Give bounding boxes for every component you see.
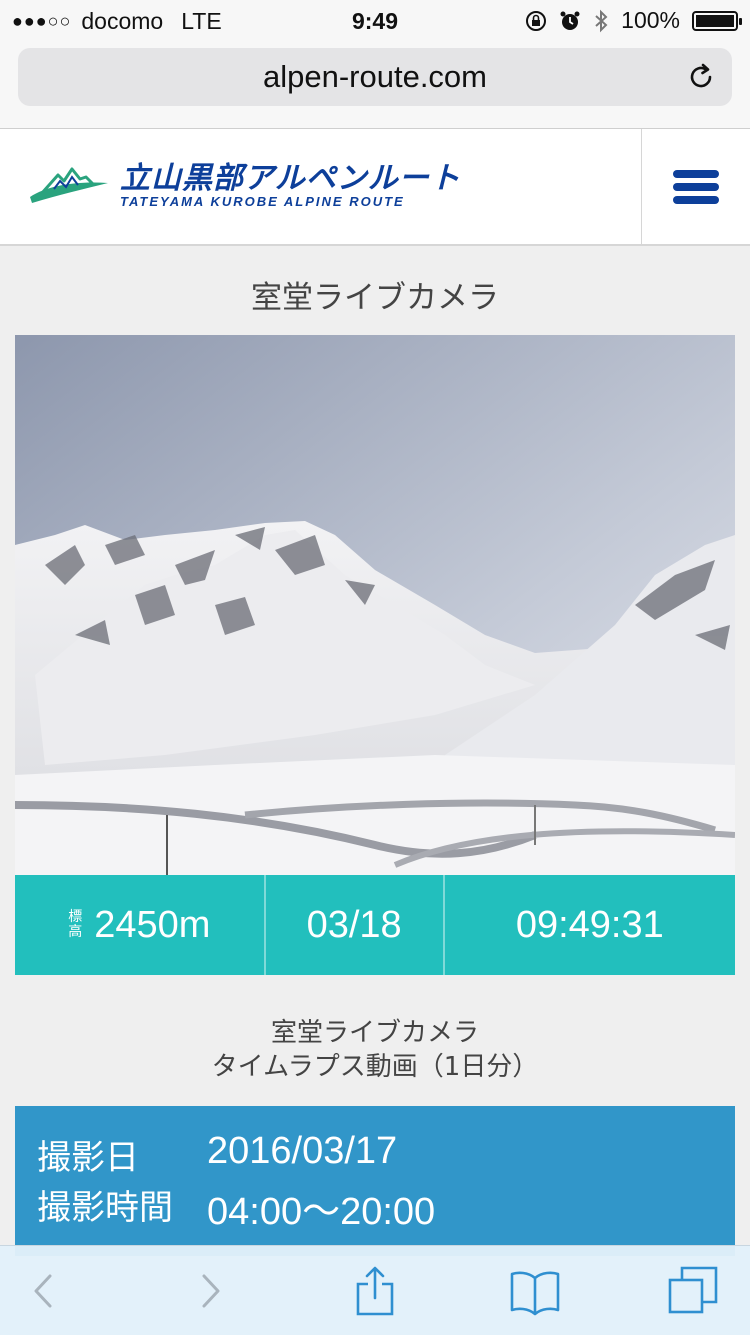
- shoot-time-row: 撮影時間 04:00〜20:00: [37, 1180, 435, 1235]
- time-cell: 09:49:31: [445, 875, 735, 975]
- camera-date: 03/18: [306, 903, 402, 946]
- logo-japanese: 立山黒部アルペンルート: [120, 161, 461, 196]
- snow-mountain-scene: [15, 335, 735, 875]
- tabs-icon[interactable]: [668, 1266, 718, 1316]
- shoot-time-label: 撮影時間: [37, 1188, 173, 1228]
- browser-chrome: alpen-route.com: [0, 42, 750, 129]
- camera-info-bar: 標高 2450m 03/18 09:49:31: [15, 875, 735, 975]
- camera-time: 09:49:31: [515, 903, 664, 946]
- hamburger-menu-button[interactable]: [641, 129, 750, 244]
- shoot-time-value: 04:00〜20:00: [207, 1191, 436, 1233]
- address-bar[interactable]: alpen-route.com: [18, 48, 732, 106]
- forward-icon[interactable]: [186, 1266, 236, 1316]
- live-camera-image[interactable]: [15, 335, 735, 875]
- date-cell: 03/18: [266, 875, 445, 975]
- bookmarks-icon[interactable]: [510, 1266, 560, 1316]
- shoot-date-label: 撮影日: [37, 1138, 139, 1178]
- timelapse-title-line1: 室堂ライブカメラ: [270, 1018, 479, 1048]
- share-icon[interactable]: [350, 1266, 400, 1316]
- browser-toolbar: [0, 1245, 750, 1335]
- altitude-label: 標高: [68, 909, 83, 940]
- status-right: 100%: [525, 7, 742, 34]
- site-logo[interactable]: 立山黒部アルペンルート TATEYAMA KUROBE ALPINE ROUTE: [28, 163, 461, 209]
- bluetooth-icon: [595, 9, 608, 32]
- status-bar: ●●●○○ docomo LTE 9:49 100%: [0, 0, 750, 42]
- page-title: 室堂ライブカメラ: [251, 280, 499, 316]
- back-icon[interactable]: [18, 1266, 68, 1316]
- shoot-date-value: 2016/03/17: [207, 1130, 398, 1172]
- timelapse-info-box[interactable]: 撮影日 2016/03/17 撮影時間 04:00〜20:00: [15, 1106, 735, 1256]
- battery-percentage: 100%: [621, 7, 680, 33]
- timelapse-heading: 室堂ライブカメラ タイムラプス動画（1日分）: [0, 1016, 750, 1084]
- battery-icon: [692, 10, 742, 31]
- timelapse-title-line2: タイムラプス動画（1日分）: [211, 1052, 539, 1082]
- alarm-icon: [560, 11, 580, 30]
- altitude-cell: 標高 2450m: [15, 875, 266, 975]
- orientation-lock-icon: [526, 10, 547, 31]
- logo-english: TATEYAMA KUROBE ALPINE ROUTE: [120, 194, 405, 209]
- hamburger-icon: [673, 165, 719, 209]
- mountain-logo-icon: [30, 167, 108, 203]
- url-text: alpen-route.com: [262, 59, 487, 94]
- reload-icon[interactable]: [686, 62, 716, 92]
- altitude-value: 2450m: [94, 903, 211, 946]
- site-header: 立山黒部アルペンルート TATEYAMA KUROBE ALPINE ROUTE: [0, 129, 750, 246]
- shoot-date-row: 撮影日 2016/03/17: [37, 1130, 397, 1179]
